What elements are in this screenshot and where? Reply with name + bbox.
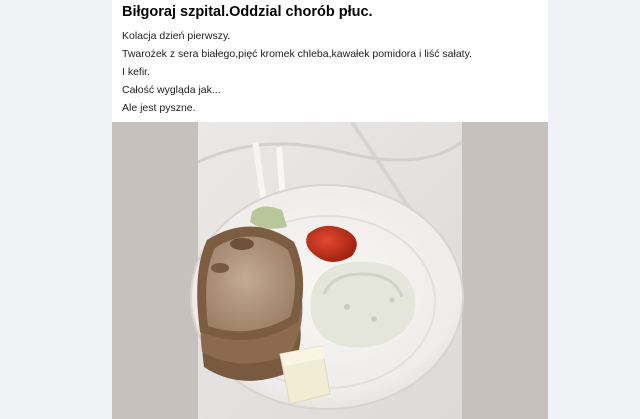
- post-line-2: Twarożek z sera białego,pięć kromek chle…: [122, 48, 472, 60]
- page: Biłgoraj szpital.Oddzial chorób płuc. Ko…: [0, 0, 640, 419]
- post-line-3: I kefir.: [122, 66, 151, 78]
- cheese-texture: [344, 304, 350, 310]
- post-photo[interactable]: [112, 122, 548, 419]
- post-card: Biłgoraj szpital.Oddzial chorób płuc. Ko…: [112, 0, 548, 419]
- post-line-4: Całość wygląda jak...: [122, 84, 221, 96]
- cheese-texture: [371, 316, 377, 322]
- post-line-5: Ale jest pyszne.: [122, 102, 196, 114]
- cheese-texture: [389, 297, 395, 303]
- post-line-1: Kolacja dzień pierwszy.: [122, 30, 231, 42]
- bread-hole: [230, 238, 254, 250]
- post-title: Biłgoraj szpital.Oddzial chorób płuc.: [122, 4, 373, 20]
- meal-photo-illustration: [112, 122, 548, 419]
- bread-hole: [211, 263, 229, 273]
- bread-slice-top: [206, 236, 296, 332]
- post-header: Biłgoraj szpital.Oddzial chorób płuc. Ko…: [112, 0, 548, 117]
- post-body: Kolacja dzień pierwszy. Twarożek z sera …: [122, 27, 538, 117]
